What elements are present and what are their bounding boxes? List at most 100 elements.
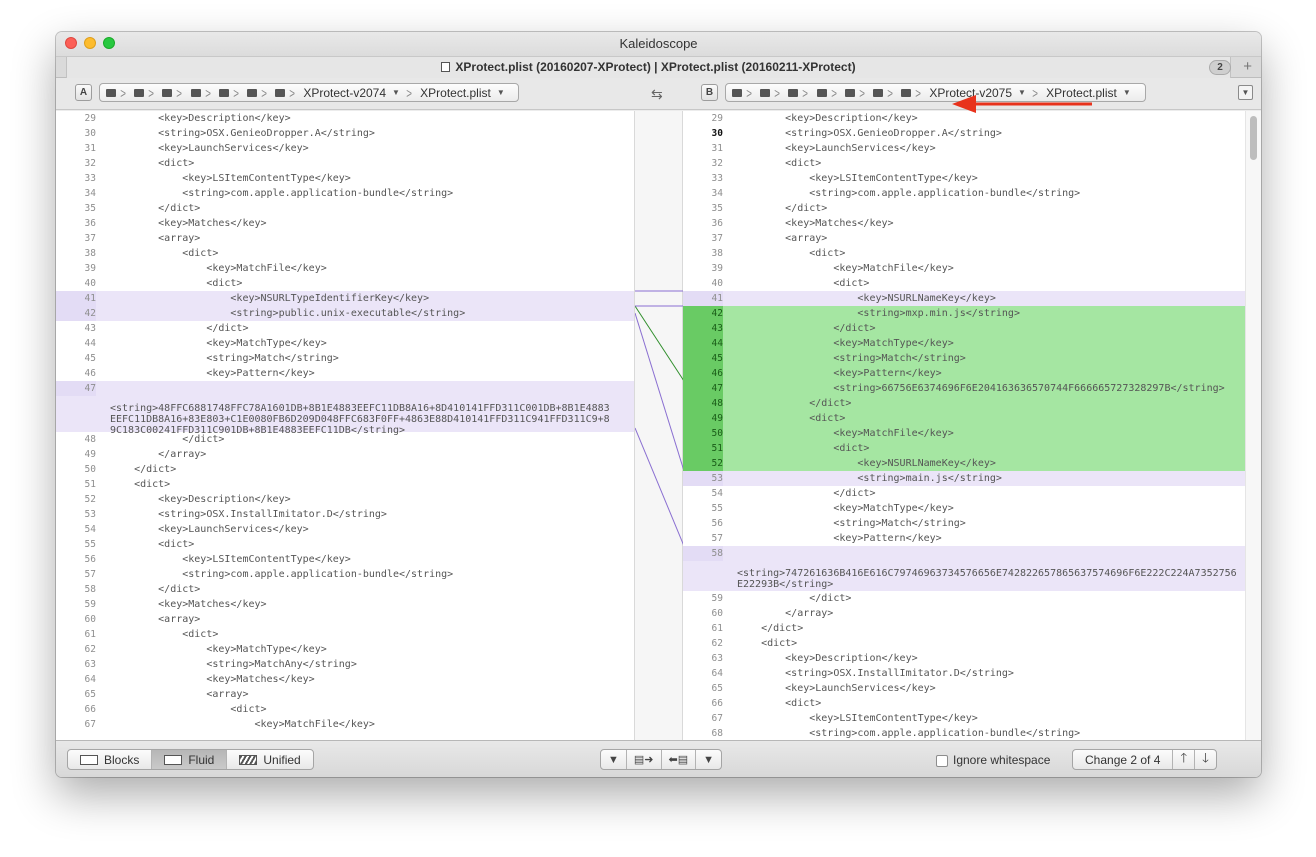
code-line: 64 <key>Matches</key> [56,672,634,687]
line-text: <key>MatchType</key> [737,503,954,514]
code-line: 68 <string>com.apple.application-bundle<… [683,726,1245,740]
line-number: 36 [711,218,723,229]
code-line: 60 </array> [683,606,1245,621]
fluid-mode-button[interactable]: Fluid [152,750,228,769]
line-text: <array> [110,233,201,244]
line-text: <array> [737,233,828,244]
swap-sides-icon[interactable]: ⇆ [651,86,663,103]
merge-controls: ▼ ▤➜ ⬅▤ ▼ [600,749,723,770]
code-line: 45 <string>Match</string> [683,351,1245,366]
line-number: 52 [84,494,96,505]
blocks-mode-label: Blocks [104,752,140,767]
line-text: <string>MatchAny</string> [110,659,357,670]
left-path-control[interactable]: > > > > > > > XProtect-v2074 ▼ > XProtect.… [99,83,519,102]
code-line: 56 <string>Match</string> [683,516,1245,531]
folder-icon [760,88,771,97]
code-line: 52 <key>NSURLNameKey</key> [683,456,1245,471]
chevron-right-icon: > [289,84,296,101]
line-text: <string>public.unix-executable</string> [110,308,466,319]
ignore-whitespace-label[interactable]: Ignore whitespace [953,753,1050,767]
diff-area: 29 <key>Description</key> 30 <string>OSX.… [56,111,1261,740]
line-text: <key>Pattern</key> [737,533,942,544]
chevron-right-icon: > [858,84,865,101]
line-text: <dict> [110,539,195,550]
copy-to-right-button[interactable]: ▤➜ [627,750,662,769]
right-text-pane[interactable]: 29 <key>Description</key> 30 <string>OSX.… [683,111,1245,740]
code-line: 62 <dict> [683,636,1245,651]
tab-count-badge[interactable]: 2 [1209,60,1231,75]
line-text: <string>OSX.GenieoDropper.A</string> [737,128,1002,139]
line-number: 29 [84,113,96,124]
comparison-tab[interactable]: XProtect.plist (20160207-XProtect) | XPr… [66,57,1231,78]
line-number: 46 [84,368,96,379]
line-text: <key>MatchFile</key> [110,263,327,274]
line-number: 66 [711,698,723,709]
line-text: <key>LSItemContentType</key> [737,173,978,184]
code-line: 49 <dict> [683,411,1245,426]
code-line: 43 </dict> [683,321,1245,336]
merge-left-menu-button[interactable]: ▼ [601,750,627,769]
line-text: <string>Match</string> [110,353,339,364]
code-line: 33 <key>LSItemContentType</key> [683,171,1245,186]
line-number: 66 [84,704,96,715]
fluid-mode-label: Fluid [188,752,215,767]
bottom-toolbar: Blocks Fluid Unified ▼ ▤➜ ⬅▤ ▼ Ignore wh… [56,740,1261,777]
line-number: 61 [84,629,96,640]
line-number: 48 [84,434,96,445]
folder-icon [218,88,229,97]
chevron-right-icon: > [176,84,183,101]
tab-title: XProtect.plist (20160207-XProtect) | XPr… [455,60,856,74]
change-counter-label: Change 2 of 4 [1085,752,1161,767]
code-line: 30 <string>OSX.GenieoDropper.A</string> [56,126,634,141]
line-text: <dict> [110,278,243,289]
line-text: </array> [110,449,207,460]
chevron-right-icon: > [887,84,893,101]
previous-change-button[interactable]: 🡑 [1173,750,1196,769]
line-text: <key>Matches</key> [110,599,267,610]
copy-to-left-button[interactable]: ⬅▤ [662,750,697,769]
tab-title-wrapper: XProtect.plist (20160207-XProtect) | XPr… [67,60,1230,74]
code-line: 36 <key>Matches</key> [683,216,1245,231]
line-text: <key>Matches</key> [110,218,267,229]
left-folder-crumb[interactable]: XProtect-v2074 [303,86,386,100]
line-number: 40 [711,278,723,289]
line-number: 64 [711,668,723,679]
next-change-button[interactable]: 🡓 [1195,750,1216,769]
connector-line [635,305,684,382]
folder-icon [816,88,827,97]
line-text: <dict> [110,629,219,640]
scrollbar-thumb[interactable] [1250,116,1257,160]
line-number: 60 [711,608,723,619]
line-number: 58 [84,584,96,595]
blocks-mode-button[interactable]: Blocks [68,750,153,769]
code-line: 47 <string>66756E6374696F6E2041636365707… [683,381,1245,396]
ignore-whitespace-checkbox[interactable] [936,755,948,767]
code-line: 54 <key>LaunchServices</key> [56,522,634,537]
code-line: 59 <key>Matches</key> [56,597,634,612]
unified-mode-button[interactable]: Unified [227,750,312,769]
line-number: 55 [711,503,723,514]
side-b-badge[interactable]: B [701,84,718,101]
line-number: 30 [84,128,96,139]
line-number: 65 [711,683,723,694]
left-file-crumb[interactable]: XProtect.plist [420,86,491,100]
code-line: 52 <key>Description</key> [56,492,634,507]
chevron-right-icon: > [232,84,239,101]
line-text: </dict> [110,323,249,334]
left-text-pane[interactable]: 29 <key>Description</key> 30 <string>OSX.… [56,111,634,740]
line-number: 44 [84,338,96,349]
line-text: <key>MatchFile</key> [737,428,954,439]
add-tab-button[interactable]: + [1243,58,1252,75]
vertical-scrollbar[interactable] [1245,111,1261,740]
connector-line [635,312,684,472]
line-number: 53 [683,471,723,486]
side-a-badge[interactable]: A [75,84,92,101]
chevron-right-icon: > [802,84,809,101]
code-line: 63 <string>MatchAny</string> [56,657,634,672]
code-line: 53 <string>OSX.InstallImitator.D</string… [56,507,634,522]
view-options-button[interactable]: ▼ [1238,85,1253,100]
merge-right-menu-button[interactable]: ▼ [696,750,721,769]
line-number: 32 [84,158,96,169]
line-number: 32 [711,158,723,169]
line-text: <array> [110,614,201,625]
